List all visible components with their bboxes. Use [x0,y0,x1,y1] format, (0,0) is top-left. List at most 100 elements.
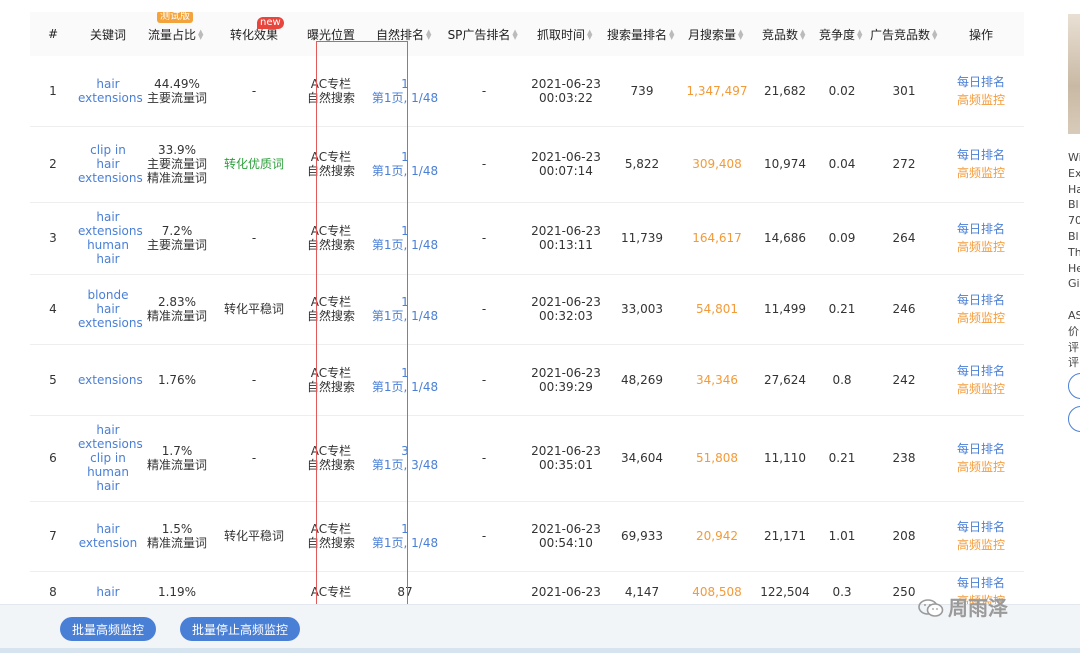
table-row[interactable]: 4 blonde hair extensions 2.83% 精准流量词 转化平稳词 AC… [30,274,1024,345]
actions-cell: 每日排名 高频监控 [938,126,1024,203]
daily-rank-link[interactable]: 每日排名 [940,576,1022,590]
traffic-share-type: 主要流量词 [146,90,207,105]
hf-monitor-link[interactable]: 高频监控 [940,382,1022,396]
competitors-cell: 10,974 [756,126,814,203]
keyword-link[interactable]: hair [96,585,119,599]
natural-rank-value[interactable]: 3 [370,444,440,458]
conversion-value: - [251,372,257,387]
daily-rank-link[interactable]: 每日排名 [940,364,1022,378]
hf-monitor-link[interactable]: 高频监控 [940,240,1022,254]
competition-cell: 0.04 [814,126,870,203]
daily-rank-link[interactable]: 每日排名 [940,293,1022,307]
natural-rank-value[interactable]: 1 [370,295,440,309]
competitors-cell: 14,686 [756,202,814,275]
daily-rank-link[interactable]: 每日排名 [940,75,1022,89]
sort-icon[interactable] [857,30,865,40]
natural-rank-value[interactable]: 1 [370,77,440,91]
hf-monitor-link[interactable]: 高频监控 [940,538,1022,552]
col-sp-rank[interactable]: SP广告排名 [442,12,526,56]
exposure-cell: AC专栏 自然搜索 [294,344,368,416]
ad-competitors-cell: 272 [870,126,938,203]
hf-monitor-link[interactable]: 高频监控 [940,166,1022,180]
daily-rank-link[interactable]: 每日排名 [940,520,1022,534]
natural-rank-value[interactable]: 1 [370,224,440,238]
table-row[interactable]: 5 extensions 1.76% - AC专栏 自然搜索 1 第1页, 1/48-2021… [30,344,1024,416]
fetch-time-cell: 2021-06-23 00:32:03 [526,274,606,345]
natural-rank-page[interactable]: 第1页, 1/48 [370,380,440,394]
sort-icon[interactable] [587,30,595,40]
natural-rank-cell[interactable]: 3 第1页, 3/48 [368,415,442,502]
keyword-cell[interactable]: hair extensions human hair [76,202,143,275]
natural-rank-cell[interactable]: 1 第1页, 1/48 [368,274,442,345]
keyword-cell[interactable]: hair extensions [76,56,143,127]
natural-rank-cell[interactable]: 1 第1页, 1/48 [368,126,442,203]
natural-rank-value[interactable]: 1 [370,150,440,164]
sort-icon[interactable] [512,30,520,40]
natural-rank-cell[interactable]: 1 第1页, 1/48 [368,344,442,416]
col-fetch-time[interactable]: 抓取时间 [526,12,606,56]
natural-rank-page[interactable]: 第1页, 1/48 [370,309,440,323]
natural-rank-page[interactable]: 第1页, 3/48 [370,458,440,472]
col-monthly-search[interactable]: 月搜索量 [678,12,756,56]
table-row[interactable]: 2 clip in hair extensions 33.9% 主要流量词 精准流量词… [30,126,1024,203]
col-competition[interactable]: 竞争度 [814,12,870,56]
keyword-cell[interactable]: extensions [76,344,143,416]
keyword-link[interactable]: clip in hair extensions [78,143,143,185]
sort-icon[interactable] [738,30,746,40]
hf-monitor-link[interactable]: 高频监控 [940,93,1022,107]
natural-rank-value[interactable]: 1 [370,522,440,536]
col-search-rank[interactable]: 搜索量排名 [606,12,678,56]
keyword-link[interactable]: hair extension [79,522,138,550]
table-row[interactable]: 1 hair extensions 44.49% 主要流量词 - AC专栏 自然搜索 1 第1页… [30,56,1024,127]
ad-competitors-cell: 242 [870,344,938,416]
keyword-cell[interactable]: hair extension [76,501,140,572]
col-ad-competitors[interactable]: 广告竞品数 [870,12,938,56]
keyword-cell[interactable]: hair extensions clip in human hair [76,415,143,502]
batch-stop-monitor-button[interactable]: 批量停止高频监控 [180,617,300,641]
col-natural-rank[interactable]: 自然排名 [368,12,442,56]
keyword-cell[interactable]: blonde hair extensions [76,274,143,345]
natural-rank-page[interactable]: 第1页, 1/48 [370,536,440,550]
hf-monitor-link[interactable]: 高频监控 [940,460,1022,474]
sort-icon[interactable] [426,30,434,40]
sort-icon[interactable] [198,30,206,40]
keyword-link[interactable]: hair extensions clip in human hair [78,423,143,493]
daily-rank-link[interactable]: 每日排名 [940,442,1022,456]
table-row[interactable]: 6 hair extensions clip in human hair 1.7% 精… [30,415,1024,502]
traffic-share-type: 主要流量词 精准流量词 [146,157,207,185]
natural-rank-value[interactable]: 1 [370,366,440,380]
natural-rank-page[interactable]: 第1页, 1/48 [370,164,440,178]
keyword-link[interactable]: extensions [78,373,143,387]
fetch-date: 2021-06-23 [531,150,601,164]
traffic-share-value: 2.83% [157,295,197,309]
sort-icon[interactable] [800,30,808,40]
side-action-button[interactable] [1068,373,1080,399]
keyword-link[interactable]: hair extensions [78,77,143,105]
keyword-cell[interactable]: hair [76,571,140,604]
natural-rank-cell[interactable]: 87 [368,571,442,604]
traffic-share-value: 44.49% [154,76,200,91]
natural-rank-cell[interactable]: 1 第1页, 1/48 [368,202,442,275]
natural-rank-cell[interactable]: 1 第1页, 1/48 [368,56,442,127]
daily-rank-link[interactable]: 每日排名 [940,222,1022,236]
hf-monitor-link[interactable]: 高频监控 [940,311,1022,325]
fetch-date: 2021-06-23 [531,295,601,309]
table-row[interactable]: 8 hair 1.19% AC专栏 87 2021-06-23 4,147 408,508 12… [30,571,1024,604]
col-competitors[interactable]: 竞品数 [756,12,814,56]
batch-monitor-button[interactable]: 批量高频监控 [60,617,156,641]
natural-rank-cell[interactable]: 1 第1页, 1/48 [368,501,442,572]
daily-rank-link[interactable]: 每日排名 [940,148,1022,162]
fetch-date: 2021-06-23 [531,522,601,536]
side-action-button[interactable] [1068,406,1080,432]
keyword-cell[interactable]: clip in hair extensions [76,126,143,203]
natural-rank-value[interactable]: 87 [370,585,440,599]
exposure-primary: AC专栏 [310,365,352,380]
keyword-link[interactable]: blonde hair extensions [78,288,143,330]
natural-rank-page[interactable]: 第1页, 1/48 [370,91,440,105]
natural-rank-page[interactable]: 第1页, 1/48 [370,238,440,252]
fetch-date: 2021-06-23 [531,365,601,380]
table-row[interactable]: 3 hair extensions human hair 7.2% 主要流量词 - AC专… [30,202,1024,275]
sort-icon[interactable] [669,30,677,40]
table-row[interactable]: 7 hair extension 1.5% 精准流量词 转化平稳词 AC专栏 自然搜索 1 第1… [30,501,1024,572]
keyword-link[interactable]: hair extensions human hair [78,210,143,266]
